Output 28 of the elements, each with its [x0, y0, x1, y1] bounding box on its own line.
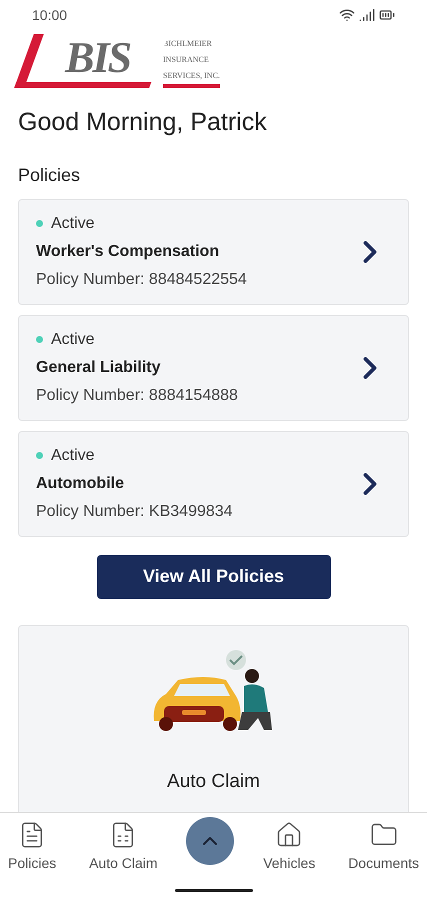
claim-title: Auto Claim	[167, 770, 260, 794]
section-heading: Policies	[18, 164, 82, 186]
policy-name: General Liability	[36, 358, 162, 378]
policy-status: Active	[51, 214, 95, 234]
nav-tab[interactable]: Vehicles	[259, 821, 320, 874]
greeting: Good Morning, Patrick	[18, 107, 268, 138]
logo-name-line: BICHLMEIER	[163, 38, 213, 50]
policy-number: Policy Number: 88484522554	[36, 270, 247, 290]
nav-tab[interactable]: Policies	[4, 821, 60, 874]
policy-status: Active	[51, 446, 95, 466]
nav-tab[interactable]: Documents	[344, 821, 423, 874]
policy-card[interactable]: Active Automobile Policy Number: KB3499834	[18, 430, 409, 536]
wifi-icon	[339, 7, 355, 23]
nav-tab[interactable]: Auto Claim	[85, 821, 162, 874]
status-time: 10:00	[32, 6, 68, 24]
logo-name-line: SERVICES, INC.	[163, 70, 220, 82]
expand-button[interactable]	[186, 817, 234, 865]
policy-card[interactable]: Active General Liability Policy Number: 8884154888	[18, 314, 409, 420]
policy-status: Active	[51, 330, 95, 350]
policy-name: Worker's Compensation	[36, 242, 220, 262]
policy-number: Policy Number: 8884154888	[36, 386, 238, 406]
policy-number: Policy Number: KB3499834	[36, 502, 233, 522]
claim-card[interactable]: Auto Claim	[18, 624, 409, 812]
signal-icon	[359, 7, 375, 23]
policy-name: Automobile	[36, 474, 125, 494]
logo-name-line: INSURANCE	[163, 54, 210, 66]
view-all-button[interactable]: View All Policies	[96, 554, 330, 598]
policy-card[interactable]: Active Worker's Compensation Policy Number: 88484522554	[18, 198, 409, 304]
